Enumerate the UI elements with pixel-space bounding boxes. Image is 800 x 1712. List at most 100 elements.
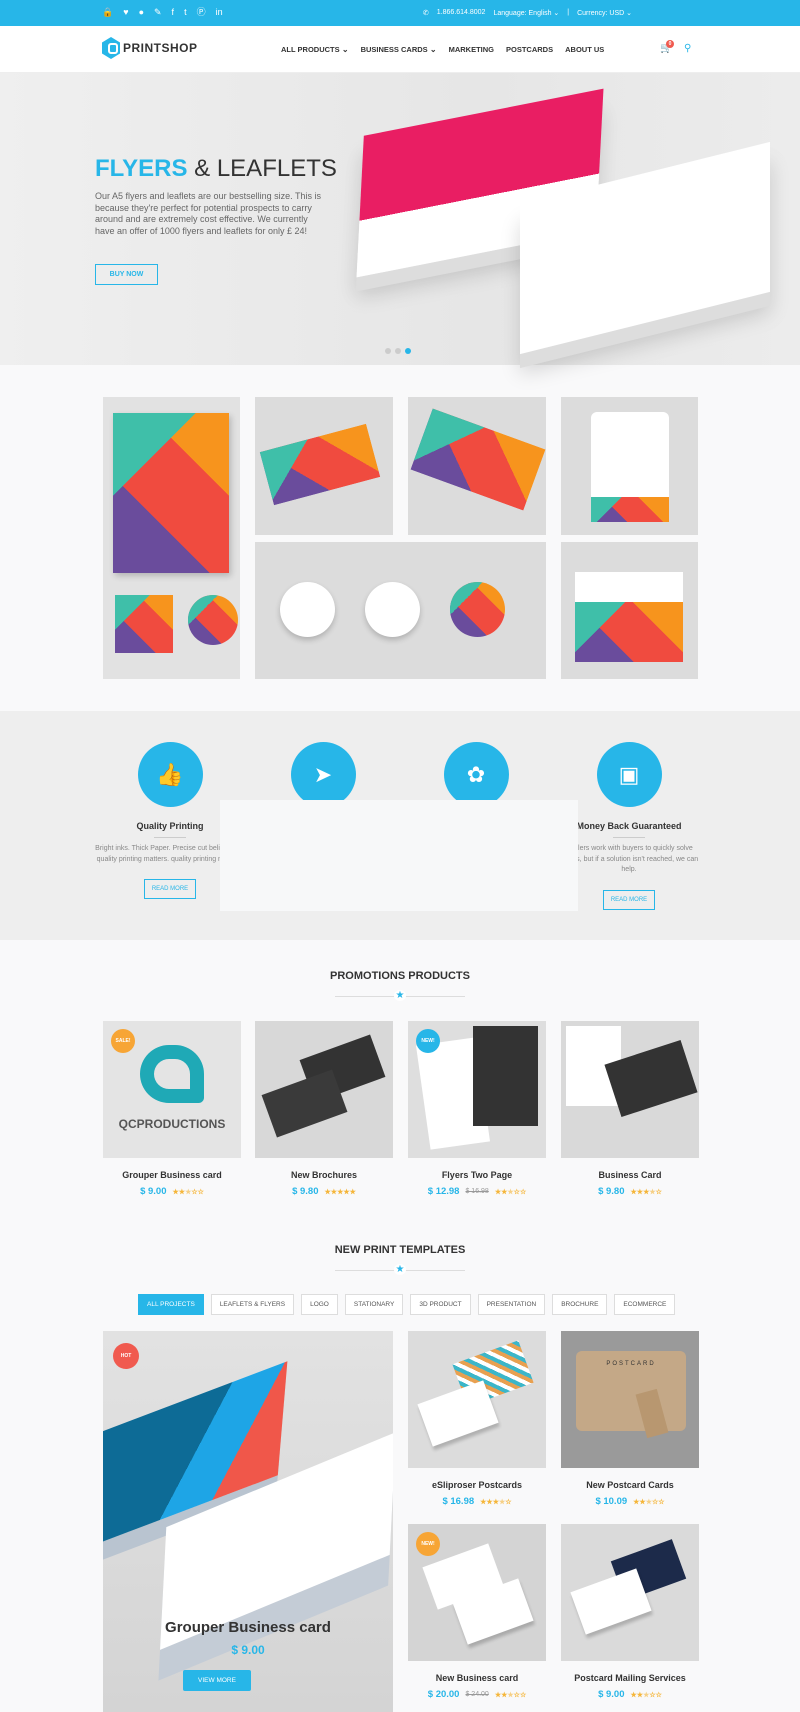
product-card[interactable]: Business Card $ 9.80 ★★★★☆	[561, 1021, 699, 1197]
rating-stars: ★★★☆☆	[173, 1188, 204, 1196]
facebook-icon[interactable]: f	[172, 7, 175, 18]
twitter-icon[interactable]: t	[184, 7, 187, 18]
user-icon[interactable]: ●	[139, 7, 144, 18]
product-price: $ 9.80	[598, 1186, 625, 1197]
lock-icon[interactable]: 🔒	[102, 7, 113, 18]
currency-select[interactable]: Currency: USD ⌄	[577, 9, 632, 17]
logo[interactable]: PRINTSHOP	[102, 37, 198, 59]
star-half-icon: ★	[498, 1498, 506, 1506]
product-card[interactable]: eSliproser Postcards $ 16.98 ★★★★☆	[408, 1331, 546, 1507]
filter-logo[interactable]: LOGO	[301, 1294, 338, 1315]
star-half-icon: ★	[185, 1188, 192, 1196]
product-image	[408, 1331, 546, 1468]
language-select[interactable]: Language: English ⌄	[493, 9, 559, 17]
read-more-button[interactable]: READ MORE	[603, 889, 655, 910]
product-price: $ 9.80	[292, 1186, 319, 1197]
product-price: $ 9.00	[140, 1186, 167, 1197]
featured-template[interactable]: HOT Grouper Business card $ 9.00 VIEW MO…	[103, 1331, 393, 1712]
rating-stars: ★★★☆☆	[495, 1188, 526, 1196]
nav-postcards[interactable]: POSTCARDS	[506, 45, 553, 54]
star-half-icon: ★	[507, 1691, 514, 1699]
product-price: $ 16.98	[442, 1496, 475, 1507]
star-icon: ★	[335, 990, 465, 1002]
view-more-button[interactable]: VIEW MORE	[183, 1670, 251, 1691]
product-card[interactable]: NEW! New Business card $ 20.00 $ 24.00 ★★★…	[408, 1524, 546, 1700]
star-empty-icon: ☆	[519, 1188, 527, 1196]
product-name[interactable]: Postcard Mailing Services	[561, 1673, 699, 1683]
filter-stationary[interactable]: STATIONARY	[344, 1294, 404, 1315]
cart-count: 0	[666, 40, 674, 48]
rating-stars: ★★★☆☆	[495, 1691, 526, 1699]
nav-marketing[interactable]: MARKETING	[449, 45, 494, 54]
filter-3d-product[interactable]: 3D PRODUCT	[410, 1294, 471, 1315]
slider-dots	[385, 348, 411, 354]
star-empty-icon: ☆	[658, 1498, 665, 1506]
gallery-tile-cards[interactable]	[408, 397, 546, 535]
old-price: $ 16.98	[465, 1188, 489, 1195]
linkedin-icon[interactable]: in	[216, 7, 223, 18]
product-image: POSTCARD	[561, 1331, 699, 1468]
gallery-tile-business-cards[interactable]	[255, 397, 393, 535]
featured-name[interactable]: Grouper Business card	[103, 1619, 393, 1636]
hot-badge: HOT	[113, 1343, 139, 1369]
product-name[interactable]: Grouper Business card	[103, 1170, 241, 1180]
star-icon: ★	[335, 1264, 465, 1276]
product-card[interactable]: New Brochures $ 9.80 ★★★★★	[255, 1021, 393, 1197]
section-title: PROMOTIONS PRODUCTS	[330, 970, 470, 982]
filter-all-projects[interactable]: ALL PROJECTS	[138, 1294, 204, 1315]
product-name[interactable]: New Postcard Cards	[561, 1480, 699, 1490]
nav-business-cards[interactable]: BUSINESS CARDS	[361, 45, 437, 54]
phone-icon: ✆	[422, 10, 429, 17]
rating-stars: ★★★★☆	[631, 1188, 662, 1196]
product-name[interactable]: Flyers Two Page	[408, 1170, 546, 1180]
social-icons: 🔒 ♥ ● ✎ f t Ⓟ in	[102, 7, 223, 18]
product-name[interactable]: eSliproser Postcards	[408, 1480, 546, 1490]
filter-ecommerce[interactable]: ECOMMERCE	[614, 1294, 676, 1315]
star-empty-icon: ☆	[197, 1188, 204, 1196]
cart-icon[interactable]: 🛒 0	[660, 40, 674, 54]
product-image	[561, 1021, 699, 1158]
gallery-tile-tshirt[interactable]	[561, 397, 698, 535]
gallery-tile-buttons[interactable]	[255, 542, 546, 679]
star-full-icon: ★	[349, 1188, 356, 1196]
filter-leaflets-flyers[interactable]: LEAFLETS & FLYERS	[210, 1294, 295, 1315]
gallery-tile-bag[interactable]	[561, 542, 698, 679]
product-card[interactable]: POSTCARD New Postcard Cards $ 10.09 ★★★☆☆	[561, 1331, 699, 1507]
slide-dot[interactable]	[395, 348, 401, 354]
search-icon[interactable]: ⚲	[684, 43, 691, 54]
main-nav: ALL PRODUCTS BUSINESS CARDS MARKETING PO…	[281, 45, 604, 54]
product-price: $ 10.09	[595, 1496, 628, 1507]
gallery-tile-stationery[interactable]	[103, 397, 240, 679]
nav-all-products[interactable]: ALL PRODUCTS	[281, 45, 349, 54]
pencil-icon[interactable]: ✎	[154, 7, 162, 18]
hero-title: FLYERS & LEAFLETS	[95, 155, 337, 182]
filter-presentation[interactable]: PRESENTATION	[477, 1294, 546, 1315]
pinterest-icon[interactable]: Ⓟ	[197, 7, 206, 18]
rating-stars: ★★★★★	[325, 1188, 356, 1196]
product-name[interactable]: Business Card	[561, 1170, 699, 1180]
slide-dot-active[interactable]	[405, 348, 411, 354]
buy-now-button[interactable]: BUY NOW	[95, 264, 158, 285]
slide-dot[interactable]	[385, 348, 391, 354]
star-empty-icon: ☆	[505, 1498, 512, 1506]
product-name[interactable]: New Business card	[408, 1673, 546, 1683]
template-filters: ALL PROJECTS LEAFLETS & FLYERS LOGO STAT…	[138, 1294, 676, 1315]
new-badge: NEW!	[416, 1029, 440, 1053]
heart-icon[interactable]: ♥	[123, 7, 128, 18]
product-image	[255, 1021, 393, 1158]
rating-stars: ★★★★☆	[480, 1498, 511, 1506]
nav-about-us[interactable]: ABOUT US	[565, 45, 604, 54]
filter-brochure[interactable]: BROCHURE	[552, 1294, 608, 1315]
read-more-button[interactable]: READ MORE	[144, 879, 196, 899]
product-card[interactable]: NEW! Flyers Two Page $ 12.98 $ 16.98 ★★★☆☆	[408, 1021, 546, 1197]
product-card[interactable]: QCPRODUCTIONS SALE! Grouper Business car…	[103, 1021, 241, 1197]
star-empty-icon: ☆	[655, 1188, 662, 1196]
hero-text: Our A5 flyers and leaflets are our bests…	[95, 191, 321, 236]
rating-stars: ★★★☆☆	[633, 1498, 664, 1506]
feature-2: ➤	[248, 742, 398, 807]
product-name[interactable]: New Brochures	[255, 1170, 393, 1180]
product-image	[561, 1524, 699, 1661]
money-icon: ▣	[596, 742, 662, 807]
phone-number: 1.866.614.8002	[436, 9, 486, 16]
product-card[interactable]: Postcard Mailing Services $ 9.00 ★★★☆☆	[561, 1524, 699, 1700]
